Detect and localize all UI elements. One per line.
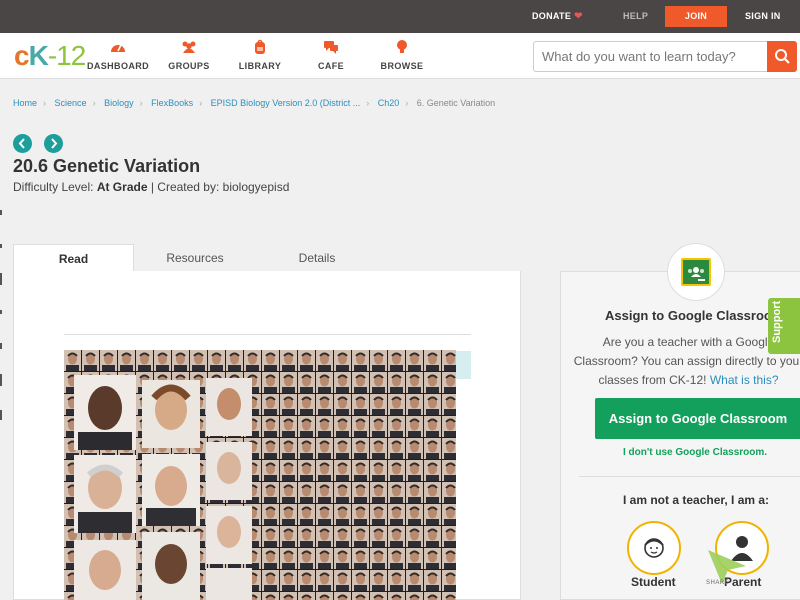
breadcrumb-science[interactable]: Science bbox=[55, 98, 87, 108]
edge-fragment bbox=[0, 310, 2, 314]
what-is-this-link[interactable]: What is this? bbox=[710, 373, 779, 387]
breadcrumb: Home › Science › Biology › FlexBooks › EPISD… bbox=[13, 98, 495, 108]
faces-photo-wall bbox=[64, 350, 456, 600]
student-label: Student bbox=[631, 575, 676, 589]
gc-description: Are you a teacher with a Google Classroo… bbox=[573, 335, 800, 387]
donate-link[interactable]: DONATE ❤ bbox=[532, 0, 583, 33]
difficulty-value: At Grade bbox=[96, 180, 148, 194]
main-header: cK-12 DASHBOARD GROUPS LIBRARY CAFE BROW… bbox=[0, 33, 800, 79]
nav-browse[interactable]: BROWSE bbox=[362, 39, 442, 71]
next-section-button[interactable] bbox=[44, 134, 63, 153]
groups-people-icon bbox=[182, 41, 196, 53]
nav-groups[interactable]: GROUPS bbox=[149, 39, 229, 71]
gc-divider bbox=[579, 476, 800, 477]
prev-section-button[interactable] bbox=[13, 134, 32, 153]
chevron-right-icon: › bbox=[139, 98, 143, 108]
browse-lightbulb-icon bbox=[397, 40, 407, 53]
dont-use-google-classroom-link[interactable]: I don't use Google Classroom. bbox=[623, 447, 767, 458]
assign-google-classroom-button[interactable]: Assign to Google Classroom bbox=[595, 398, 800, 439]
search-icon bbox=[775, 49, 790, 64]
student-role-button[interactable] bbox=[627, 521, 681, 575]
ck12-logo[interactable]: cK-12 bbox=[14, 41, 86, 71]
search-input[interactable] bbox=[534, 42, 768, 71]
google-classroom-icon bbox=[681, 258, 711, 286]
breadcrumb-current: 6. Genetic Variation bbox=[416, 98, 496, 108]
student-face-icon bbox=[644, 538, 664, 558]
heart-icon: ❤ bbox=[574, 11, 583, 22]
edge-fragment bbox=[0, 343, 2, 349]
chevron-right-icon: › bbox=[199, 98, 203, 108]
difficulty-line: Difficulty Level: At Grade | Created by:… bbox=[13, 180, 290, 194]
search-box bbox=[533, 41, 797, 72]
chevron-right-icon bbox=[51, 138, 58, 149]
chevron-right-icon: › bbox=[405, 98, 409, 108]
chevron-left-icon bbox=[18, 138, 25, 149]
library-backpack-icon bbox=[255, 39, 265, 54]
edge-fragment bbox=[0, 244, 2, 248]
faces-mosaic-image bbox=[64, 350, 456, 600]
chevron-right-icon: › bbox=[92, 98, 96, 108]
breadcrumb-chapter[interactable]: Ch20 bbox=[378, 98, 400, 108]
nav-cafe[interactable]: CAFE bbox=[291, 39, 371, 71]
search-button[interactable] bbox=[767, 41, 797, 72]
breadcrumb-flexbooks[interactable]: FlexBooks bbox=[151, 98, 193, 108]
tab-resources[interactable]: Resources bbox=[134, 244, 256, 272]
gc-title: Assign to Google Classroom bbox=[605, 308, 784, 323]
top-bar: DONATE ❤ HELP JOIN SIGN IN bbox=[0, 0, 800, 33]
google-classroom-logo bbox=[667, 243, 725, 301]
breadcrumb-book[interactable]: EPISD Biology Version 2.0 (District ... bbox=[211, 98, 361, 108]
dashboard-gauge-icon bbox=[111, 44, 125, 52]
not-teacher-label: I am not a teacher, I am a: bbox=[623, 493, 770, 507]
edge-fragment bbox=[0, 410, 2, 420]
edge-fragment bbox=[0, 210, 2, 215]
chevron-right-icon: › bbox=[43, 98, 47, 108]
google-classroom-panel: Assign to Google Classroom Are you a tea… bbox=[560, 271, 800, 600]
sign-in-link[interactable]: SIGN IN bbox=[745, 0, 781, 33]
help-link[interactable]: HELP bbox=[623, 0, 648, 33]
edge-fragment bbox=[0, 374, 2, 386]
support-tab[interactable]: Support bbox=[768, 298, 800, 354]
tab-read[interactable]: Read bbox=[13, 244, 134, 272]
cafe-chat-icon bbox=[324, 41, 338, 54]
tab-details[interactable]: Details bbox=[256, 244, 378, 272]
read-content-panel bbox=[13, 271, 521, 600]
share-label: SHARE bbox=[706, 580, 730, 586]
breadcrumb-biology[interactable]: Biology bbox=[104, 98, 134, 108]
chevron-right-icon: › bbox=[366, 98, 370, 108]
page-title: 20.6 Genetic Variation bbox=[13, 156, 201, 176]
breadcrumb-home[interactable]: Home bbox=[13, 98, 37, 108]
nav-dashboard[interactable]: DASHBOARD bbox=[78, 39, 158, 71]
join-button[interactable]: JOIN bbox=[665, 6, 727, 27]
content-divider bbox=[64, 334, 471, 335]
edge-fragment bbox=[0, 273, 2, 285]
nav-library[interactable]: LIBRARY bbox=[220, 39, 300, 71]
